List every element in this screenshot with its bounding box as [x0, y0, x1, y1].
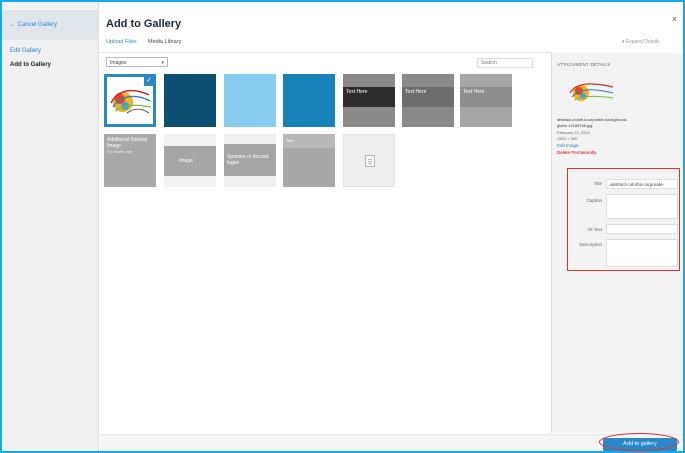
sidebar-item-add-to-gallery[interactable]: Add to Gallery [10, 62, 51, 68]
sidebar: ← Cancel Gallery Edit Gallery Add to Gal… [2, 2, 99, 451]
chevron-down-icon: ▾ [161, 60, 164, 66]
thumbnail-caption: Additional Sidebar Image [107, 137, 148, 149]
attachment-date: February 23, 2015 [557, 130, 590, 135]
edit-image-link[interactable]: Edit Image [557, 143, 579, 148]
attachment-thumbnail[interactable] [164, 74, 216, 127]
attachment-thumbnail[interactable]: Additional Sidebar Image For header note [104, 134, 156, 187]
thumbnail-caption: Text Here [405, 89, 427, 95]
attachment-fields-highlight: Title Caption Alt Text Description [567, 168, 680, 271]
media-modal: ← Cancel Gallery Edit Gallery Add to Gal… [0, 0, 685, 453]
attachment-thumbnail[interactable]: Text Here [402, 74, 454, 127]
description-field[interactable] [606, 239, 678, 267]
thumbnail-caption: Text [286, 138, 294, 143]
title-field[interactable] [606, 179, 678, 189]
delete-permanently-link[interactable]: Delete Permanently [557, 150, 597, 155]
attachment-details-heading: ATTACHMENT DETAILS [557, 62, 611, 67]
attachment-thumbnail-document[interactable] [343, 134, 395, 187]
attachment-thumbnail-selected[interactable]: ✓ [104, 74, 156, 127]
page-title: Add to Gallery [106, 18, 182, 30]
attachment-thumbnail[interactable]: Text [283, 134, 335, 187]
tab-upload-files[interactable]: Upload Files [106, 39, 137, 45]
attachment-thumbnail[interactable] [224, 74, 276, 127]
caption-label: Caption [586, 198, 602, 203]
header-divider [100, 52, 551, 53]
search-input[interactable] [477, 58, 533, 68]
thumbnail-subcaption: For header note [107, 150, 132, 154]
attachment-dimensions: 1300 × 960 [557, 136, 578, 141]
attachment-thumbnail[interactable]: Image [164, 134, 216, 187]
attachment-filename-cont: globe-19185796.jpg [557, 123, 593, 128]
thumbnail-caption: Text Here [463, 89, 485, 95]
alt-text-field[interactable] [606, 224, 678, 234]
close-icon[interactable]: × [672, 14, 677, 24]
attachment-thumbnail[interactable] [283, 74, 335, 127]
attachment-filename: abstract-colorful-corporate-background- [557, 117, 628, 122]
sidebar-item-edit-gallery[interactable]: Edit Gallery [10, 48, 41, 54]
media-type-filter[interactable]: Images ▾ [106, 57, 168, 67]
title-label: Title [593, 181, 602, 186]
cancel-gallery-link[interactable]: ← Cancel Gallery [2, 10, 98, 40]
document-icon [365, 155, 375, 167]
add-to-gallery-button[interactable]: Add to gallery [603, 438, 677, 451]
attachment-thumbnail[interactable]: Sponsor or Accred. logos [224, 134, 276, 187]
thumbnail-caption: Sponsor or Accred. logos [227, 154, 270, 166]
caption-field[interactable] [606, 194, 678, 219]
description-label: Description [579, 242, 602, 247]
media-toolbar-footer [100, 434, 683, 451]
tab-media-library[interactable]: Media Library [148, 39, 181, 45]
expand-details-link[interactable]: ▾ Expand Details [622, 39, 660, 45]
thumbnail-caption: Text Here [346, 89, 368, 95]
thumbnail-caption: Image [179, 158, 193, 164]
attachment-thumbnail[interactable]: Text Here [343, 74, 395, 127]
alt-text-label: Alt Text [587, 227, 602, 232]
attachment-preview-image [569, 83, 614, 101]
filter-selected-label: Images [110, 60, 127, 66]
attachment-thumbnail[interactable]: Text Here [460, 74, 512, 127]
check-icon[interactable]: ✓ [144, 77, 153, 86]
